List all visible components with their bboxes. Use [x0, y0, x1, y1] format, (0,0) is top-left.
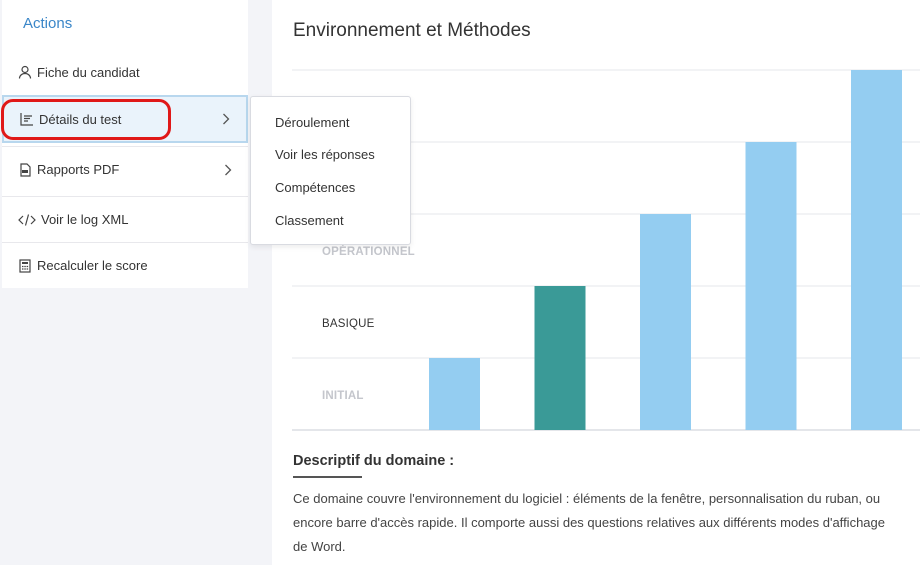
chart-bar — [640, 214, 691, 430]
sidebar-item-candidate[interactable]: Fiche du candidat — [2, 49, 248, 95]
chart-bar-highlighted — [534, 286, 586, 430]
sidebar-item-label: Rapports PDF — [37, 162, 120, 177]
description-line: encore barre d'accès rapide. Il comporte… — [293, 515, 885, 530]
page-title: Environnement et Méthodes — [293, 20, 531, 41]
chart-bar — [851, 70, 902, 430]
sidebar-item-label: Recalculer le score — [37, 258, 148, 273]
level-label-operationnel: OPÉRATIONNEL — [322, 246, 415, 258]
sidebar-item-recalculate[interactable]: Recalculer le score — [2, 242, 248, 288]
chart-icon — [20, 112, 34, 126]
sidebar-item-xml-log[interactable]: Voir le log XML — [2, 196, 248, 242]
actions-title: Actions — [23, 15, 73, 32]
sidebar-item-label: Fiche du candidat — [37, 64, 140, 80]
description-line: Ce domaine couvre l'environnement du log… — [293, 491, 881, 506]
code-icon — [18, 213, 36, 227]
description-text: Ce domaine couvre l'environnement du log… — [293, 487, 920, 559]
level-label-initial: INITIAL — [322, 390, 364, 402]
test-details-submenu: Déroulement Voir les réponses Compétence… — [250, 96, 411, 245]
sidebar-item-test-details[interactable]: Détails du test — [2, 95, 248, 143]
submenu-item-ranking[interactable]: Classement — [275, 213, 344, 228]
chevron-right-icon — [224, 164, 232, 176]
submenu-item-competences[interactable]: Compétences — [275, 180, 355, 195]
main-panel: Environnement et Méthodes OPÉRATIONNEL B… — [272, 0, 920, 565]
sidebar-item-label: Voir le log XML — [41, 212, 129, 227]
level-label-basique: BASIQUE — [322, 318, 375, 330]
actions-panel: Actions Fiche du candidat Détails du tes… — [2, 0, 248, 288]
submenu-item-deroulement[interactable]: Déroulement — [275, 115, 349, 130]
calculator-icon — [18, 258, 32, 273]
description-title: Descriptif du domaine : — [293, 453, 455, 469]
chevron-right-icon — [222, 113, 230, 125]
title-underline — [293, 476, 362, 478]
description-line: de Word. — [293, 539, 346, 554]
submenu-item-responses[interactable]: Voir les réponses — [275, 147, 375, 162]
chart-bar — [429, 358, 480, 430]
pdf-file-icon — [18, 162, 32, 177]
chart-bar — [745, 142, 797, 430]
sidebar-item-label: Détails du test — [39, 111, 122, 127]
user-icon — [18, 65, 32, 79]
sidebar-item-pdf-reports[interactable]: Rapports PDF — [2, 146, 248, 192]
